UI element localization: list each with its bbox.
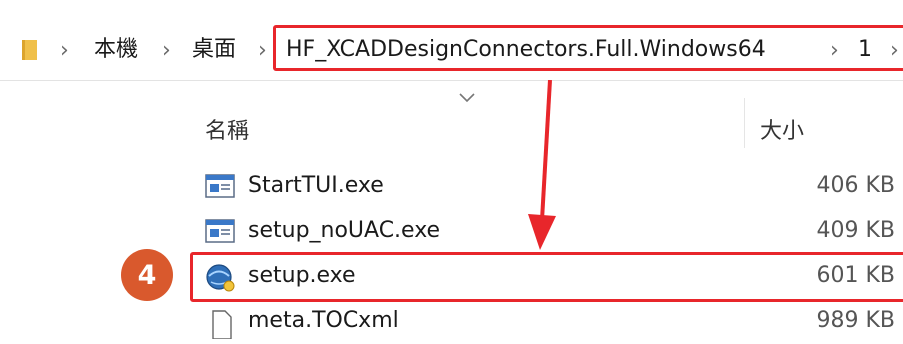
chevron-right-icon[interactable]: ›: [60, 38, 69, 64]
path-highlight-box: [273, 25, 903, 71]
breadcrumb-this-pc[interactable]: 本機: [94, 36, 138, 64]
breadcrumb-desktop[interactable]: 桌面: [192, 36, 236, 64]
red-arrow-icon: [528, 80, 556, 250]
column-divider[interactable]: [744, 98, 745, 148]
folder-icon: [22, 38, 38, 62]
setup-highlight-box: [190, 252, 903, 302]
file-size: 406 KB: [816, 173, 895, 198]
step-number-badge: 4: [121, 249, 173, 301]
sort-chevron-icon[interactable]: [457, 92, 477, 104]
app-window-icon: [205, 174, 235, 202]
file-name: StartTUI.exe: [248, 173, 384, 198]
file-size: 409 KB: [816, 218, 895, 243]
file-row[interactable]: meta.TOCxml 989 KB: [190, 300, 903, 344]
column-name-header[interactable]: 名稱: [205, 113, 249, 145]
document-icon: [205, 309, 235, 343]
app-window-icon: [205, 219, 235, 247]
address-bar[interactable]: › 本機 › 桌面 › HF_XCADDesignConnectors.Full…: [0, 0, 903, 81]
chevron-right-icon[interactable]: ›: [162, 38, 171, 64]
column-size-header[interactable]: 大小: [760, 113, 804, 145]
file-name: setup_noUAC.exe: [248, 218, 441, 243]
chevron-right-icon[interactable]: ›: [258, 38, 267, 64]
